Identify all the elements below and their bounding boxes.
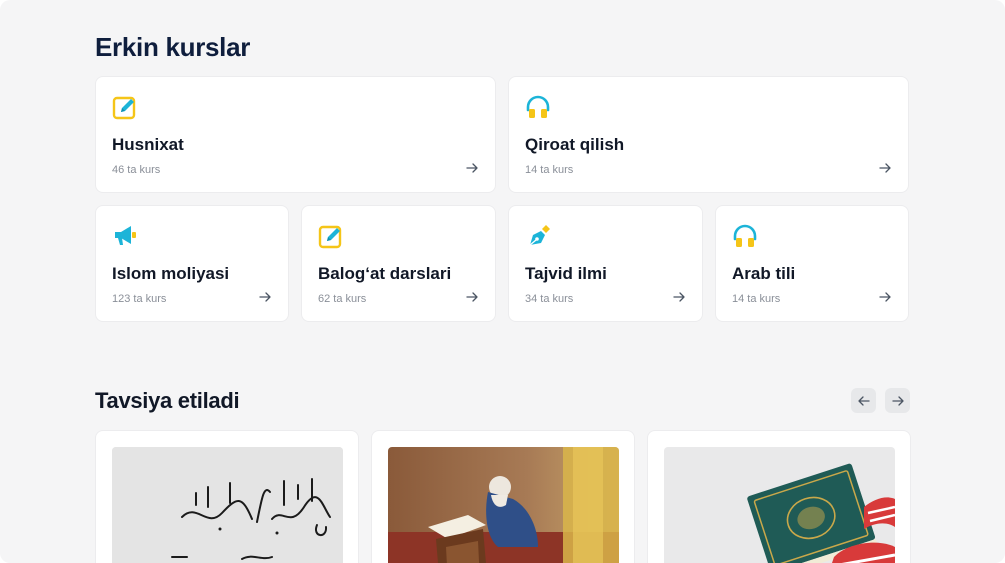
course-card-title: Husnixat — [112, 135, 184, 154]
quran-book-image — [664, 447, 895, 563]
course-card-title: Tajvid ilmi — [525, 264, 607, 283]
megaphone-icon — [111, 222, 139, 250]
course-card-count: 34 ta kurs — [525, 293, 574, 305]
course-card-count: 14 ta kurs — [525, 164, 574, 176]
course-card-qiroat-qilish[interactable]: Qiroat qilish 14 ta kurs — [508, 76, 909, 193]
course-card-husnixat[interactable]: Husnixat 46 ta kurs — [95, 76, 496, 193]
arrow-right-icon — [891, 394, 905, 408]
recommended-course-card[interactable] — [95, 430, 359, 563]
section-title-recommended: Tavsiya etiladi — [95, 388, 240, 413]
arrow-left-icon — [857, 394, 871, 408]
arrow-right-icon — [878, 290, 892, 304]
arrow-right-icon — [465, 290, 479, 304]
recommended-course-card[interactable] — [647, 430, 911, 563]
course-card-tajvid-ilmi[interactable]: Tajvid ilmi 34 ta kurs — [508, 205, 703, 322]
arrow-right-icon — [878, 161, 892, 175]
course-card-title: Qiroat qilish — [525, 135, 625, 154]
recommended-course-card[interactable] — [371, 430, 635, 563]
course-card-count: 62 ta kurs — [318, 293, 367, 305]
carousel-next-button[interactable] — [885, 388, 910, 413]
course-card-count: 123 ta kurs — [112, 293, 167, 305]
page-frame: Erkin kurslar Husnixat 46 ta kurs Qiroat… — [0, 0, 1005, 563]
edit-note-icon — [111, 93, 139, 121]
arrow-right-icon — [672, 290, 686, 304]
course-card-count: 14 ta kurs — [732, 293, 781, 305]
arrow-right-icon — [465, 161, 479, 175]
course-card-islom-moliyasi[interactable]: Islom moliyasi 123 ta kurs — [95, 205, 289, 322]
course-card-title: Islom moliyasi — [112, 264, 230, 283]
headphones-icon — [731, 222, 759, 250]
pen-nib-icon — [524, 222, 552, 250]
course-card-arab-tili[interactable]: Arab tili 14 ta kurs — [715, 205, 909, 322]
edit-note-icon — [317, 222, 345, 250]
carousel-prev-button[interactable] — [851, 388, 876, 413]
headphones-icon — [524, 93, 552, 121]
arrow-right-icon — [258, 290, 272, 304]
course-card-title: Arab tili — [732, 264, 796, 283]
calligraphy-image — [112, 447, 343, 563]
course-card-balogat-darslari[interactable]: Balog‘at darslari 62 ta kurs — [301, 205, 496, 322]
course-card-title: Balog‘at darslari — [318, 264, 452, 283]
section-title-free-courses: Erkin kurslar — [95, 32, 251, 62]
man-reading-quran-image — [388, 447, 619, 563]
course-card-count: 46 ta kurs — [112, 164, 161, 176]
